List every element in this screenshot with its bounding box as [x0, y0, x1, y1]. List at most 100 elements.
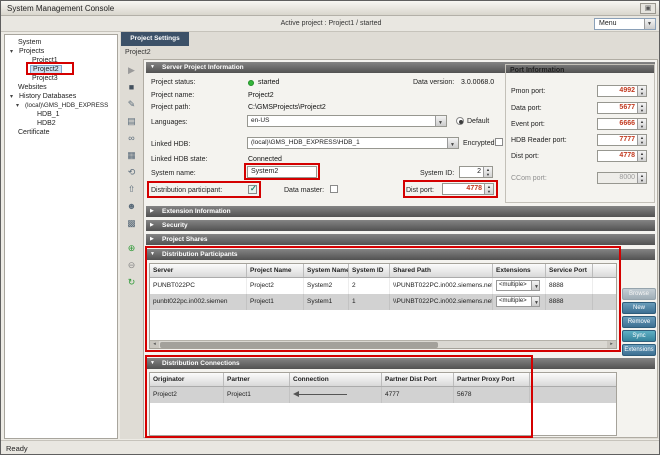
spinner-arrows-icon[interactable] — [637, 151, 646, 161]
chevron-down-icon[interactable] — [531, 281, 539, 290]
column-header-extensions[interactable]: Extensions — [493, 264, 546, 277]
chevron-down-icon[interactable] — [531, 297, 539, 306]
remove-button[interactable]: Remove — [622, 316, 656, 328]
column-header-partner-dist-port[interactable]: Partner Dist Port — [382, 373, 454, 386]
edit-project-icon[interactable]: ✎ — [123, 97, 140, 111]
data-master-label: Data master: — [284, 187, 324, 194]
section-header-security[interactable]: Security — [146, 220, 655, 231]
spinner-arrows-icon[interactable] — [637, 86, 646, 96]
extensions-button[interactable]: Extensions — [622, 344, 656, 356]
participants-table: Server Project Name System Name System I… — [149, 263, 617, 349]
sync-button[interactable]: Sync — [622, 330, 656, 342]
table-row[interactable]: PUNBT022PC Project2 System2 2 \\PUNBT022… — [150, 278, 616, 294]
table-row[interactable]: punbt022pc.in002.siemen Project1 System1… — [150, 294, 616, 310]
browse-button[interactable]: Browse — [622, 288, 656, 300]
system-name-input[interactable]: System2 — [247, 166, 317, 178]
column-header-project-name[interactable]: Project Name — [247, 264, 304, 277]
scroll-left-icon[interactable]: ◂ — [150, 341, 159, 348]
linked-hdb-label: Linked HDB: — [151, 141, 190, 148]
extensions-dropdown[interactable]: <multiple> — [496, 280, 540, 291]
spinner-arrows-icon[interactable] — [637, 103, 646, 113]
system-id-stepper[interactable]: 2 — [459, 166, 493, 178]
spinner-arrows-icon[interactable] — [637, 135, 646, 145]
status-bar: Ready — [1, 440, 660, 454]
section-collapse-icon[interactable] — [150, 62, 155, 73]
certificate-icon[interactable]: ▩ — [123, 216, 140, 230]
spinner-arrows-icon[interactable] — [484, 184, 493, 194]
event-port-stepper[interactable]: 6666 — [597, 118, 647, 130]
upgrade-icon[interactable]: ⇧ — [123, 182, 140, 196]
section-header-distribution-participants[interactable]: Distribution Participants — [146, 249, 655, 260]
refresh-icon[interactable]: ↻ — [123, 275, 140, 289]
section-expand-icon[interactable] — [150, 220, 154, 231]
column-header-service-port[interactable]: Service Port — [546, 264, 593, 277]
languages-select[interactable]: en-US — [247, 115, 447, 127]
section-expand-icon[interactable] — [150, 234, 154, 245]
pmon-port-stepper[interactable]: 4992 — [597, 85, 647, 97]
section-header-extension-information[interactable]: Extension Information — [146, 206, 655, 217]
start-project-icon[interactable]: ▶ — [123, 63, 140, 77]
report-icon[interactable]: ▤ — [123, 114, 140, 128]
table-row[interactable]: Project2 Project1 4777 5678 — [150, 387, 616, 403]
default-language-radio[interactable] — [456, 117, 464, 125]
scroll-right-icon[interactable]: ▸ — [607, 341, 616, 348]
scrollbar-thumb[interactable] — [160, 342, 438, 348]
column-header-partner-proxy-port[interactable]: Partner Proxy Port — [454, 373, 530, 386]
data-port-stepper[interactable]: 5677 — [597, 102, 647, 114]
expander-icon[interactable] — [10, 93, 13, 100]
distribution-participant-checkbox[interactable] — [248, 185, 257, 194]
chevron-down-icon[interactable] — [435, 116, 446, 126]
system-name-label: System name: — [151, 170, 196, 177]
column-header-system-id[interactable]: System ID — [349, 264, 390, 277]
pmon-port-label: Pmon port: — [511, 88, 545, 95]
remove-icon[interactable]: ⊖ — [123, 258, 140, 272]
connection-arrow-icon — [293, 391, 347, 398]
user-icon[interactable]: ☻ — [123, 199, 140, 213]
window-menu-icon[interactable]: ▣ — [640, 3, 656, 14]
column-header-system-name[interactable]: System Name — [304, 264, 349, 277]
default-radio-label: Default — [467, 118, 489, 125]
horizontal-scrollbar[interactable]: ◂ ▸ — [150, 340, 616, 348]
add-icon[interactable]: ⊕ — [123, 241, 140, 255]
spinner-arrows-icon[interactable] — [637, 119, 646, 129]
menu-dropdown[interactable]: Menu — [594, 18, 656, 30]
stop-project-icon[interactable]: ■ — [123, 80, 140, 94]
section-collapse-icon[interactable] — [150, 249, 155, 260]
hdb-reader-port-stepper[interactable]: 7777 — [597, 134, 647, 146]
top-menu-bar: Active project : Project1 / started Menu — [1, 16, 660, 32]
chevron-down-icon[interactable] — [447, 138, 458, 148]
section-expand-icon[interactable] — [150, 206, 154, 217]
dist-port-stepper[interactable]: 4778 — [442, 183, 494, 195]
section-header-project-shares[interactable]: Project Shares — [146, 234, 655, 245]
section-header-distribution-connections[interactable]: Distribution Connections — [146, 358, 655, 369]
section-collapse-icon[interactable] — [150, 358, 155, 369]
tab-project-settings[interactable]: Project Settings — [121, 32, 189, 46]
dist-port-info-stepper[interactable]: 4778 — [597, 150, 647, 162]
connections-table-header: Originator Partner Connection Partner Di… — [150, 373, 616, 387]
encrypted-checkbox[interactable] — [495, 138, 503, 146]
save-icon[interactable]: ▦ — [123, 148, 140, 162]
breadcrumb: Project2 — [125, 49, 151, 56]
spinner-arrows-icon — [637, 173, 646, 183]
link-hdb-icon[interactable]: ∞ — [123, 131, 140, 145]
chevron-down-icon[interactable] — [644, 19, 655, 29]
distribution-participant-label: Distribution participant: — [151, 187, 222, 194]
project-name-value: Project2 — [248, 92, 274, 99]
extensions-dropdown[interactable]: <multiple> — [496, 296, 540, 307]
linked-hdb-select[interactable]: (local)\GMS_HDB_EXPRESS\HDB_1 — [247, 137, 459, 149]
sidebar-item-certificate[interactable]: Certificate — [5, 129, 117, 139]
column-header-server[interactable]: Server — [150, 264, 247, 277]
data-version-label: Data version: — [413, 79, 454, 86]
ccom-port-stepper: 8000 — [597, 172, 647, 184]
spinner-arrows-icon[interactable] — [483, 167, 492, 177]
column-header-connection[interactable]: Connection — [290, 373, 382, 386]
data-master-checkbox[interactable] — [330, 185, 338, 193]
new-button[interactable]: New — [622, 302, 656, 314]
expander-icon[interactable] — [10, 48, 13, 55]
history-icon[interactable]: ⟲ — [123, 165, 140, 179]
column-header-shared-path[interactable]: Shared Path — [390, 264, 493, 277]
expander-icon[interactable] — [16, 102, 19, 109]
column-header-partner[interactable]: Partner — [224, 373, 290, 386]
column-header-originator[interactable]: Originator — [150, 373, 224, 386]
connections-table: Originator Partner Connection Partner Di… — [149, 372, 617, 436]
